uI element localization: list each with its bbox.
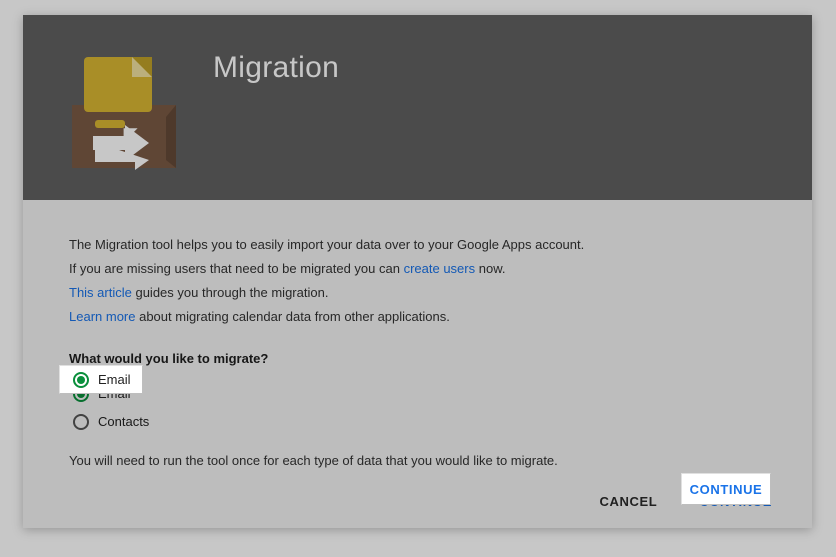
highlight-continue-button[interactable]: CONTINUE [681, 473, 771, 505]
radio-label-contacts: Contacts [98, 411, 149, 433]
learn-more-link[interactable]: Learn more [69, 309, 135, 324]
migration-dialog: Migration The Migration tool helps you t… [23, 15, 812, 528]
learn-more-text: Learn more about migrating calendar data… [69, 306, 766, 328]
highlight-email-label: Email [98, 372, 131, 387]
radio-icon [73, 414, 89, 430]
article-text: This article guides you through the migr… [69, 282, 766, 304]
radio-option-email[interactable]: Email [73, 380, 766, 408]
cancel-button[interactable]: CANCEL [586, 485, 672, 518]
migration-box-icon [69, 45, 179, 170]
dialog-header: Migration [23, 15, 812, 200]
missing-users-text: If you are missing users that need to be… [69, 258, 766, 280]
dialog-body: The Migration tool helps you to easily i… [23, 200, 812, 485]
migration-note: You will need to run the tool once for e… [69, 450, 766, 472]
create-users-link[interactable]: create users [404, 261, 476, 276]
migrate-question: What would you like to migrate? [69, 348, 766, 370]
intro-text: The Migration tool helps you to easily i… [69, 234, 766, 256]
radio-option-contacts[interactable]: Contacts [73, 408, 766, 436]
migrate-type-radio-group: Email Contacts [73, 380, 766, 436]
highlight-email-option[interactable]: Email [59, 365, 143, 394]
radio-icon [73, 372, 89, 388]
this-article-link[interactable]: This article [69, 285, 132, 300]
page-title: Migration [213, 51, 339, 85]
